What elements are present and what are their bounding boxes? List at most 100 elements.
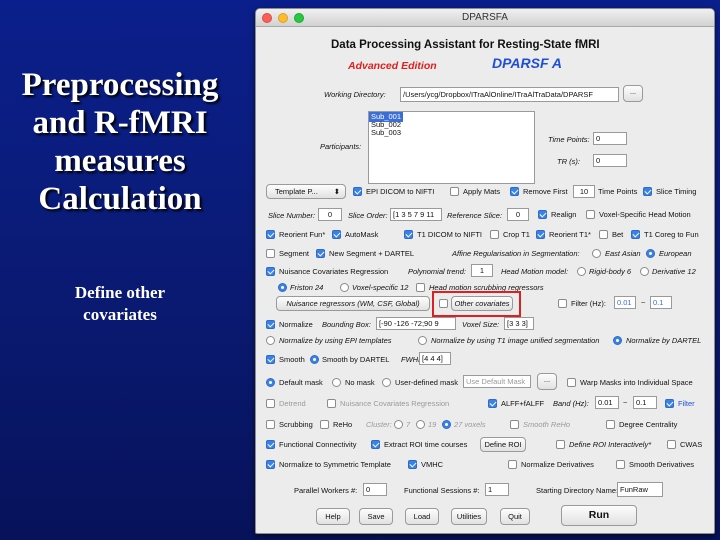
remove-first-checkbox[interactable] xyxy=(510,187,519,196)
epi-dicom-checkbox[interactable] xyxy=(353,187,362,196)
east-asian-radio[interactable] xyxy=(592,249,601,258)
remove-first-input[interactable]: 10 xyxy=(573,185,595,198)
filter-alff-checkbox[interactable] xyxy=(665,399,674,408)
apply-mats-checkbox[interactable] xyxy=(450,187,459,196)
voxel-specific-12-radio[interactable] xyxy=(340,283,349,292)
participants-list[interactable]: Sub_001 Sub_002 Sub_003 xyxy=(368,111,535,184)
normalize-t1-radio[interactable] xyxy=(418,336,427,345)
normalize-dartel-radio[interactable] xyxy=(613,336,622,345)
cwas-checkbox[interactable] xyxy=(667,440,676,449)
crop-t1-checkbox[interactable] xyxy=(490,230,499,239)
derivative-12-radio[interactable] xyxy=(640,267,649,276)
bounding-box-input[interactable]: [-90 -126 -72;90 9 xyxy=(376,317,456,330)
use-default-mask-field[interactable]: Use Default Mask xyxy=(463,375,531,388)
friston-24-radio[interactable] xyxy=(278,283,287,292)
user-mask-radio[interactable] xyxy=(382,378,391,387)
reference-slice-input[interactable]: 0 xyxy=(507,208,529,221)
starting-directory-input[interactable]: FunRaw xyxy=(617,482,663,497)
voxel-head-motion-checkbox[interactable] xyxy=(586,210,595,219)
normalize-derivatives-checkbox[interactable] xyxy=(508,460,517,469)
reorient-t1-checkbox[interactable] xyxy=(536,230,545,239)
slice-timing-checkbox[interactable] xyxy=(643,187,652,196)
parallel-workers-input[interactable]: 0 xyxy=(363,483,387,496)
bet-label: Bet xyxy=(612,230,624,239)
highlight-box xyxy=(432,291,521,317)
utilities-button[interactable]: Utilities xyxy=(451,508,487,525)
default-mask-radio[interactable] xyxy=(266,378,275,387)
define-roi-interactive-checkbox[interactable] xyxy=(556,440,565,449)
working-dir-browse-button[interactable]: ... xyxy=(623,85,643,102)
tr-input[interactable]: 0 xyxy=(593,154,627,167)
rigid-body-6-radio[interactable] xyxy=(577,267,586,276)
filter-low-input[interactable]: 0.01 xyxy=(614,296,636,309)
help-button[interactable]: Help xyxy=(316,508,350,525)
degree-centrality-label: Degree Centrality xyxy=(619,420,678,429)
filter-high-input[interactable]: 0.1 xyxy=(650,296,672,309)
nuisance-regression-checkbox[interactable] xyxy=(266,267,275,276)
normalize-dartel-label: Normalize by DARTEL xyxy=(626,336,702,345)
t1-coreg-checkbox[interactable] xyxy=(631,230,640,239)
alff-checkbox[interactable] xyxy=(488,399,497,408)
time-points-input[interactable]: 0 xyxy=(593,132,627,145)
load-button[interactable]: Load xyxy=(405,508,439,525)
bet-checkbox[interactable] xyxy=(599,230,608,239)
warp-masks-checkbox[interactable] xyxy=(567,378,576,387)
filter-checkbox[interactable] xyxy=(558,299,567,308)
head-motion-model-label: Head Motion model: xyxy=(501,267,569,276)
vmhc-checkbox[interactable] xyxy=(408,460,417,469)
working-dir-input[interactable]: /Users/ycg/Dropbox/ITraAlOnline/ITraAlTr… xyxy=(400,87,619,102)
reorient-fun-checkbox[interactable] xyxy=(266,230,275,239)
mask-browse-button[interactable]: ... xyxy=(537,373,557,390)
european-radio[interactable] xyxy=(646,249,655,258)
edition-label: Advanced Edition xyxy=(348,60,437,72)
quit-button[interactable]: Quit xyxy=(500,508,530,525)
smooth-dartel-label: Smooth by DARTEL xyxy=(322,355,390,364)
slice-order-input[interactable]: [1 3 5 7 9 11 xyxy=(390,208,442,221)
no-mask-radio[interactable] xyxy=(332,378,341,387)
nuisance-regressors-button[interactable]: Nuisance regressors (WM, CSF, Global) xyxy=(276,296,430,311)
realign-checkbox[interactable] xyxy=(538,210,547,219)
run-button[interactable]: Run xyxy=(561,505,637,526)
functional-sessions-input[interactable]: 1 xyxy=(485,483,509,496)
list-item[interactable]: Sub_003 xyxy=(371,128,401,138)
slice-number-input[interactable]: 0 xyxy=(318,208,342,221)
remove-first-label: Remove First xyxy=(523,187,568,196)
cluster-19-radio[interactable] xyxy=(416,420,425,429)
reho-checkbox[interactable] xyxy=(320,420,329,429)
functional-connectivity-checkbox[interactable] xyxy=(266,440,275,449)
normalize-symmetric-checkbox[interactable] xyxy=(266,460,275,469)
time-points-unit: Time Points xyxy=(598,187,638,196)
slide-title: Preprocessing and R-fMRI measures Calcul… xyxy=(21,67,219,217)
nuisance-regression-2-checkbox[interactable] xyxy=(327,399,336,408)
cluster-7-radio[interactable] xyxy=(394,420,403,429)
crop-t1-label: Crop T1 xyxy=(503,230,530,239)
scrubbing-checkbox[interactable] xyxy=(266,420,275,429)
template-dropdown[interactable]: Template P... ⬍ xyxy=(266,184,346,199)
smooth-derivatives-checkbox[interactable] xyxy=(616,460,625,469)
detrend-checkbox[interactable] xyxy=(266,399,275,408)
cluster-27-radio[interactable] xyxy=(442,420,451,429)
dparsfa-window: DPARSFA Data Processing Assistant for Re… xyxy=(255,8,715,534)
smooth-reho-checkbox[interactable] xyxy=(510,420,519,429)
automask-checkbox[interactable] xyxy=(332,230,341,239)
segment-checkbox[interactable] xyxy=(266,249,275,258)
functional-sessions-label: Functional Sessions #: xyxy=(404,486,480,495)
fwhm-input[interactable]: [4 4 4] xyxy=(419,352,451,365)
voxel-size-input[interactable]: [3 3 3] xyxy=(504,317,534,330)
band-low-input[interactable]: 0.01 xyxy=(595,396,619,409)
scrubbing-regressors-checkbox[interactable] xyxy=(416,283,425,292)
polynomial-input[interactable]: 1 xyxy=(471,264,493,277)
new-segment-checkbox[interactable] xyxy=(316,249,325,258)
t1-dicom-checkbox[interactable] xyxy=(404,230,413,239)
save-button[interactable]: Save xyxy=(359,508,393,525)
reho-label: ReHo xyxy=(333,420,353,429)
normalize-checkbox[interactable] xyxy=(266,320,275,329)
normalize-epi-radio[interactable] xyxy=(266,336,275,345)
band-high-input[interactable]: 0.1 xyxy=(633,396,657,409)
extract-roi-checkbox[interactable] xyxy=(371,440,380,449)
define-roi-button[interactable]: Define ROI xyxy=(480,437,526,452)
smooth-checkbox[interactable] xyxy=(266,355,275,364)
smooth-dartel-radio[interactable] xyxy=(310,355,319,364)
degree-centrality-checkbox[interactable] xyxy=(606,420,615,429)
epi-dicom-label: EPI DICOM to NIFTI xyxy=(366,187,435,196)
